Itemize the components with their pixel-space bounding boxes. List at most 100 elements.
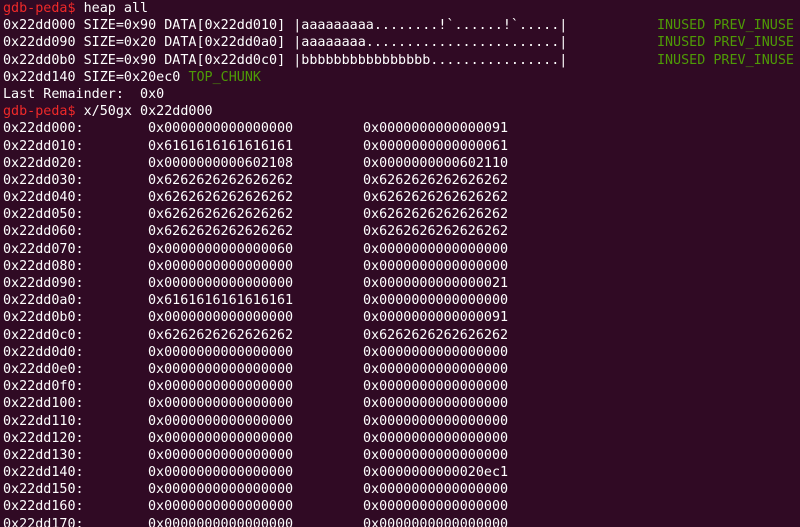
memory-row: 0x22dd170: 0x0000000000000000 0x0000000000… [3,516,800,527]
memory-row: 0x22dd160: 0x0000000000000000 0x0000000000… [3,498,800,515]
heap-chunk-status: INUSED PREV_INUSE [656,52,794,68]
memory-value-1: 0x0000000000000000 [148,499,294,515]
terminal-window[interactable]: gdb-peda$ heap all 0x22dd000 SIZE=0x90 D… [0,0,800,527]
top-chunk-label: TOP_CHUNK [188,69,261,85]
memory-value-1: 0x0000000000000000 [148,482,294,498]
memory-value-2: 0x0000000000000000 [363,379,509,395]
memory-address: 0x22dd0e0: [3,361,84,377]
top-chunk-row: 0x22dd140 SIZE=0x20ec0 TOP_CHUNK [3,69,800,86]
memory-value-2: 0x0000000000000091 [363,310,509,326]
memory-value-1: 0x0000000000000000 [148,361,294,377]
command-line: gdb-peda$ x/50gx 0x22dd000 [3,103,800,120]
memory-value-2: 0x0000000000000000 [363,430,509,446]
memory-value-2: 0x0000000000000000 [363,413,509,429]
memory-address: 0x22dd000: [3,121,84,137]
memory-value-2: 0x6262626262626262 [363,224,509,240]
memory-value-2: 0x0000000000000000 [363,344,509,360]
memory-value-1: 0x6262626262626262 [148,190,294,206]
last-remainder: Last Remainder: 0x0 [3,86,165,102]
memory-value-2: 0x6262626262626262 [363,207,509,223]
memory-value-2: 0x0000000000000000 [363,447,509,463]
memory-address: 0x22dd030: [3,172,84,188]
memory-row: 0x22dd0e0: 0x0000000000000000 0x0000000000… [3,361,800,378]
memory-value-2: 0x0000000000000000 [363,293,509,309]
memory-address: 0x22dd0d0: [3,344,84,360]
memory-row: 0x22dd130: 0x0000000000000000 0x0000000000… [3,447,800,464]
memory-address: 0x22dd0f0: [3,379,84,395]
memory-address: 0x22dd090: [3,276,84,291]
memory-value-2: 0x6262626262626262 [363,190,509,206]
memory-dump: 0x22dd000: 0x0000000000000000 0x0000000000… [3,120,800,527]
memory-value-2: 0x0000000000602110 [363,155,509,171]
memory-address: 0x22dd0a0: [3,293,84,309]
memory-row: 0x22dd000: 0x0000000000000000 0x0000000000… [3,120,800,137]
memory-value-1: 0x6161616161616161 [148,138,294,154]
memory-value-2: 0x0000000000000061 [363,138,509,154]
memory-value-1: 0x0000000000000000 [148,396,294,412]
memory-value-1: 0x0000000000000000 [148,516,294,527]
memory-address: 0x22dd130: [3,447,84,463]
memory-address: 0x22dd080: [3,258,84,274]
memory-address: 0x22dd060: [3,224,84,240]
memory-row: 0x22dd050: 0x6262626262626262 0x6262626262… [3,206,800,223]
memory-address: 0x22dd150: [3,482,84,498]
memory-row: 0x22dd0f0: 0x0000000000000000 0x0000000000… [3,378,800,395]
memory-address: 0x22dd120: [3,430,84,446]
memory-value-1: 0x0000000000000000 [148,413,294,429]
memory-value-2: 0x0000000000000021 [363,276,509,291]
memory-value-1: 0x0000000000000000 [148,447,294,463]
heap-chunk-status: INUSED PREV_INUSE [656,18,794,34]
memory-address: 0x22dd140: [3,465,84,481]
memory-value-2: 0x6262626262626262 [363,172,509,188]
heap-chunk-row: 0x22dd0b0 SIZE=0x90 DATA[0x22dd0c0] |bbb… [3,52,800,69]
memory-row: 0x22dd150: 0x0000000000000000 0x0000000000… [3,481,800,498]
memory-row: 0x22dd010: 0x6161616161616161 0x0000000000… [3,138,800,155]
memory-address: 0x22dd050: [3,207,84,223]
memory-row: 0x22dd0d0: 0x0000000000000000 0x0000000000… [3,344,800,361]
memory-value-2: 0x0000000000020ec1 [363,465,509,481]
memory-row: 0x22dd120: 0x0000000000000000 0x0000000000… [3,430,800,447]
heap-chunk-row: 0x22dd090 SIZE=0x20 DATA[0x22dd0a0] |aaa… [3,34,800,51]
memory-value-2: 0x0000000000000000 [363,241,509,257]
memory-row: 0x22dd140: 0x0000000000000000 0x0000000000… [3,464,800,481]
memory-value-1: 0x0000000000000000 [148,258,294,274]
memory-row: 0x22dd0b0: 0x0000000000000000 0x0000000000… [3,309,800,326]
memory-row: 0x22dd030: 0x6262626262626262 0x6262626262… [3,172,800,189]
memory-value-1: 0x0000000000000000 [148,344,294,360]
memory-address: 0x22dd110: [3,413,84,429]
memory-address: 0x22dd100: [3,396,84,412]
command-line: gdb-peda$ heap all [3,0,800,17]
top-chunk-text: 0x22dd140 SIZE=0x20ec0 [3,69,181,85]
memory-value-1: 0x6262626262626262 [148,224,294,240]
command-text: x/50gx 0x22dd000 [83,104,213,120]
prompt: gdb-peda$ [3,1,76,16]
memory-row: 0x22dd0a0: 0x6161616161616161 0x0000000000… [3,292,800,309]
memory-address: 0x22dd040: [3,190,84,206]
memory-row: 0x22dd080: 0x0000000000000000 0x0000000000… [3,258,800,275]
memory-value-1: 0x0000000000000000 [148,379,294,395]
prompt: gdb-peda$ [3,104,76,120]
memory-value-2: 0x0000000000000000 [363,482,509,498]
memory-row: 0x22dd070: 0x0000000000000060 0x0000000000… [3,241,800,258]
memory-value-1: 0x0000000000000000 [148,121,294,137]
memory-value-1: 0x0000000000000060 [148,241,294,257]
memory-address: 0x22dd160: [3,499,84,515]
heap-chunk-text: 0x22dd090 SIZE=0x20 DATA[0x22dd0a0] |aaa… [3,35,568,51]
memory-value-1: 0x0000000000000000 [148,430,294,446]
memory-row: 0x22dd090: 0x0000000000000000 0x0000000000… [3,275,800,292]
heap-chunk-status: INUSED PREV_INUSE [656,35,794,51]
memory-value-2: 0x0000000000000091 [363,121,509,137]
memory-row: 0x22dd040: 0x6262626262626262 0x6262626262… [3,189,800,206]
memory-address: 0x22dd010: [3,138,84,154]
memory-address: 0x22dd070: [3,241,84,257]
memory-value-1: 0x6262626262626262 [148,207,294,223]
memory-row: 0x22dd020: 0x0000000000602108 0x0000000000… [3,155,800,172]
memory-value-2: 0x0000000000000000 [363,499,509,515]
memory-row: 0x22dd110: 0x0000000000000000 0x0000000000… [3,413,800,430]
memory-value-1: 0x0000000000000000 [148,310,294,326]
heap-chunk-text: 0x22dd000 SIZE=0x90 DATA[0x22dd010] |aaa… [3,18,568,34]
memory-value-1: 0x6262626262626262 [148,172,294,188]
memory-value-1: 0x6161616161616161 [148,293,294,309]
memory-value-2: 0x0000000000000000 [363,396,509,412]
memory-value-2: 0x0000000000000000 [363,258,509,274]
